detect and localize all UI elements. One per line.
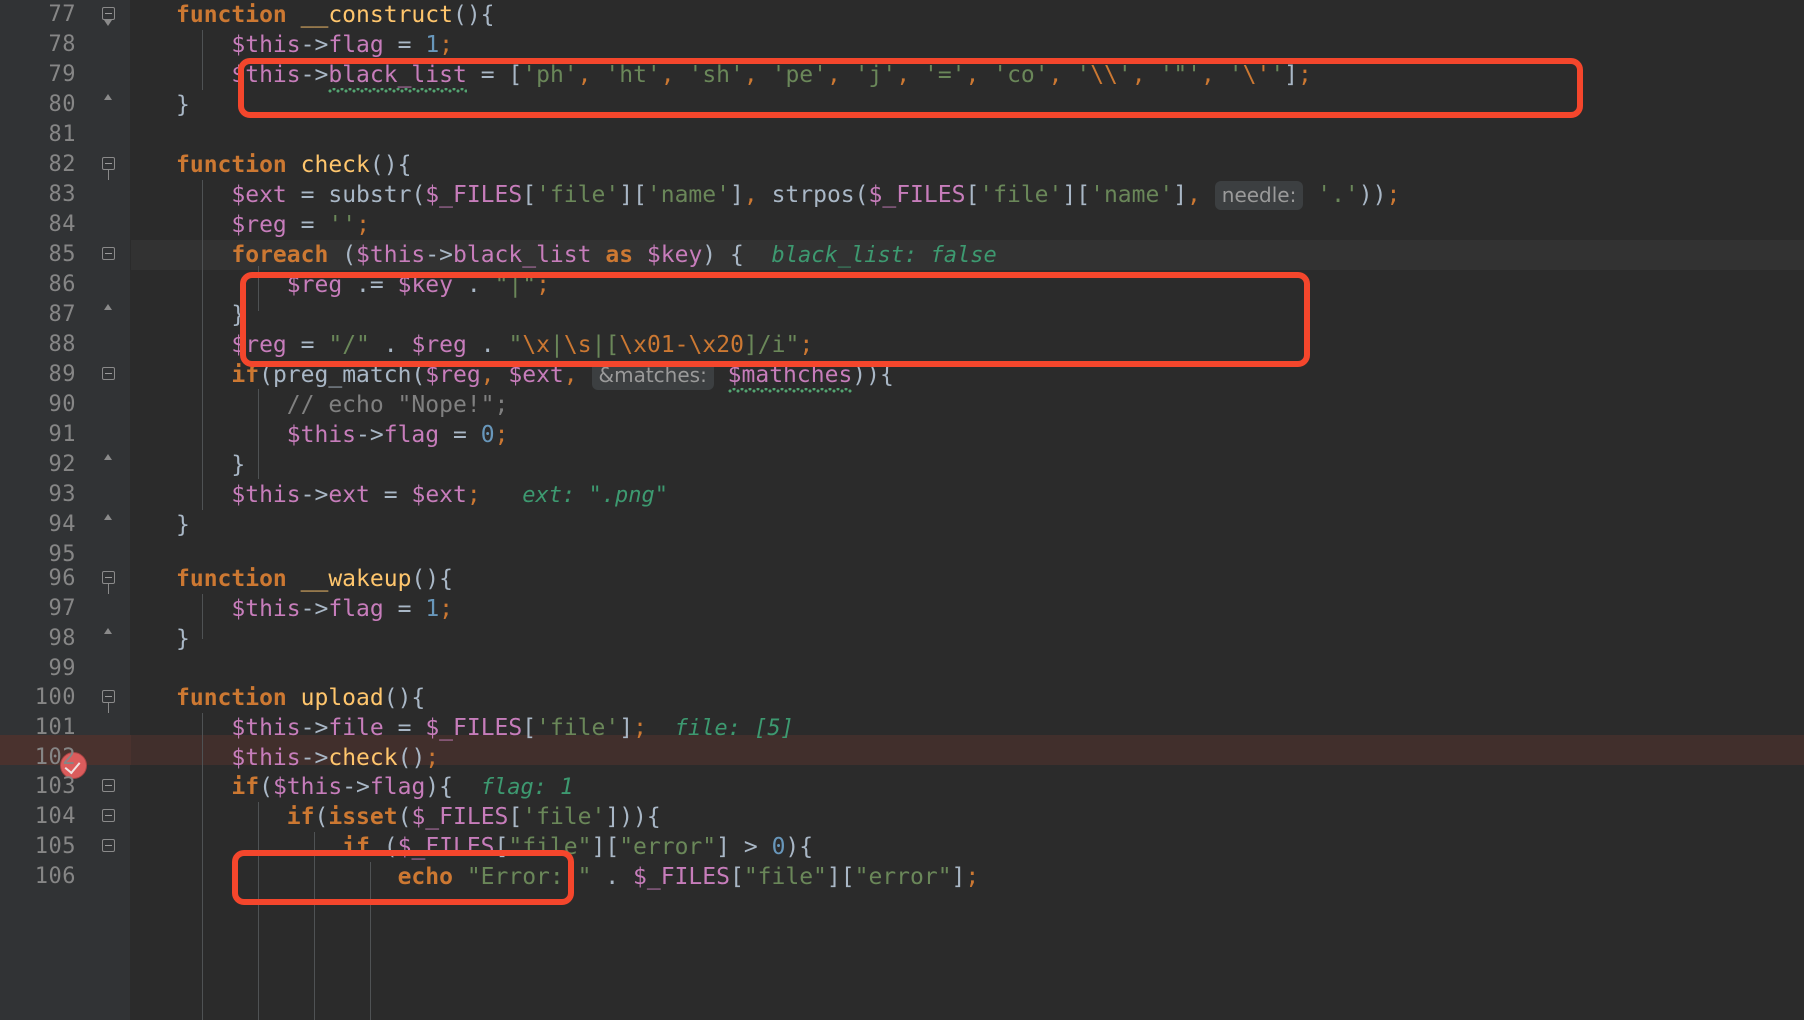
line-content[interactable]: if(preg_match($reg, $ext, &matches: $mat… <box>176 360 894 390</box>
line-number: 104 <box>34 804 76 829</box>
code-line-87[interactable]: 87 } <box>0 300 1804 330</box>
line-content[interactable]: if(isset($_FILES['file'])){ <box>176 802 661 832</box>
line-number: 81 <box>48 122 76 147</box>
line-number: 77 <box>48 2 76 27</box>
line-number: 91 <box>48 422 76 447</box>
line-content[interactable]: $this->black_list = ['ph', 'ht', 'sh', '… <box>176 60 1312 90</box>
line-content[interactable]: } <box>176 450 245 480</box>
line-number: 83 <box>48 182 76 207</box>
code-line-85[interactable]: 85 foreach ($this->black_list as $key) {… <box>0 240 1804 270</box>
line-content[interactable]: function upload(){ <box>176 683 425 713</box>
code-line-88[interactable]: 88 $reg = "/" . $reg . "\x|\s|[\x01-\x20… <box>0 330 1804 360</box>
code-line-101[interactable]: 101 $this->file = $_FILES['file']; file:… <box>0 713 1804 743</box>
param-hint-needle: needle: <box>1214 181 1304 210</box>
code-line-103[interactable]: 103 if($this->flag){ flag: 1 <box>0 772 1804 802</box>
line-content[interactable]: $this->flag = 1; <box>176 594 453 624</box>
code-line-86[interactable]: 86 $reg .= $key . "|"; <box>0 270 1804 300</box>
line-number: 85 <box>48 242 76 267</box>
code-line-84[interactable]: 84 $reg = ''; <box>0 210 1804 240</box>
line-content[interactable]: } <box>176 90 190 120</box>
inline-value-flag: flag: 1 <box>480 775 574 800</box>
inline-value-black-list: black_list: false <box>771 243 997 268</box>
line-number: 103 <box>34 774 76 799</box>
code-line-82[interactable]: 82 function check(){ <box>0 150 1804 180</box>
line-number: 97 <box>48 596 76 621</box>
code-line-77[interactable]: 77 function __construct(){ <box>0 0 1804 30</box>
line-number: 88 <box>48 332 76 357</box>
line-number: 102 <box>34 745 76 770</box>
line-content[interactable]: } <box>176 624 190 654</box>
line-number: 99 <box>48 656 76 681</box>
line-content[interactable]: function __wakeup(){ <box>176 564 453 594</box>
line-number: 93 <box>48 482 76 507</box>
code-line-78[interactable]: 78 $this->flag = 1; <box>0 30 1804 60</box>
line-number: 101 <box>34 715 76 740</box>
line-number: 100 <box>34 685 76 710</box>
line-number: 79 <box>48 62 76 87</box>
line-content[interactable]: if ($_FILES["file"]["error"] > 0){ <box>176 832 813 862</box>
code-line-102[interactable]: 102 $this->check(); <box>0 743 1804 773</box>
line-content[interactable]: $this->file = $_FILES['file']; file: [5] <box>176 713 794 743</box>
line-number: 106 <box>34 864 76 889</box>
code-line-97[interactable]: 97 $this->flag = 1; <box>0 594 1804 624</box>
line-number: 78 <box>48 32 76 57</box>
line-number: 90 <box>48 392 76 417</box>
line-number: 84 <box>48 212 76 237</box>
line-content[interactable]: $this->ext = $ext; ext: ".png" <box>176 480 668 510</box>
code-editor[interactable]: 77 function __construct(){ 78 $this->fla… <box>0 0 1804 1020</box>
line-number: 82 <box>48 152 76 177</box>
code-line-91[interactable]: 91 $this->flag = 0; <box>0 420 1804 450</box>
line-content[interactable]: $this->flag = 1; <box>176 30 453 60</box>
code-line-80[interactable]: 80 } <box>0 90 1804 120</box>
line-content[interactable]: $this->check(); <box>176 743 439 773</box>
line-number: 98 <box>48 626 76 651</box>
inline-value-file: file: [5] <box>674 716 794 741</box>
code-line-92[interactable]: 92 } <box>0 450 1804 480</box>
code-line-93[interactable]: 93 $this->ext = $ext; ext: ".png" <box>0 480 1804 510</box>
code-line-98[interactable]: 98 } <box>0 624 1804 654</box>
code-line-106[interactable]: 106 echo "Error: " . $_FILES["file"]["er… <box>0 862 1804 892</box>
code-line-83[interactable]: 83 $ext = substr($_FILES['file']['name']… <box>0 180 1804 210</box>
line-content[interactable]: $reg = "/" . $reg . "\x|\s|[\x01-\x20]/i… <box>176 330 813 360</box>
line-content[interactable]: foreach ($this->black_list as $key) { bl… <box>176 240 997 270</box>
code-line-89[interactable]: 89 if(preg_match($reg, $ext, &matches: $… <box>0 360 1804 390</box>
line-number: 105 <box>34 834 76 859</box>
line-number: 96 <box>48 566 76 591</box>
line-number: 89 <box>48 362 76 387</box>
code-line-99[interactable]: 99 <box>0 654 1804 684</box>
param-hint-matches: &matches: <box>591 361 714 390</box>
code-line-100[interactable]: 100 function upload(){ <box>0 683 1804 713</box>
line-content[interactable]: } <box>176 300 245 330</box>
line-content[interactable]: echo "Error: " . $_FILES["file"]["error"… <box>176 862 980 892</box>
line-content[interactable]: $ext = substr($_FILES['file']['name'], s… <box>176 180 1400 210</box>
line-content[interactable]: $reg .= $key . "|"; <box>176 270 550 300</box>
code-line-81[interactable]: 81 <box>0 120 1804 150</box>
line-number: 86 <box>48 272 76 297</box>
line-number: 94 <box>48 512 76 537</box>
code-line-96[interactable]: 96 function __wakeup(){ <box>0 564 1804 594</box>
line-number: 80 <box>48 92 76 117</box>
code-line-104[interactable]: 104 if(isset($_FILES['file'])){ <box>0 802 1804 832</box>
code-line-79[interactable]: 79 $this->black_list = ['ph', 'ht', 'sh'… <box>0 60 1804 90</box>
line-number: 92 <box>48 452 76 477</box>
code-line-94[interactable]: 94 } <box>0 510 1804 540</box>
line-content[interactable]: // echo "Nope!"; <box>176 390 509 420</box>
code-line-90[interactable]: 90 // echo "Nope!"; <box>0 390 1804 420</box>
line-content[interactable]: function __construct(){ <box>176 0 495 30</box>
line-content[interactable]: if($this->flag){ flag: 1 <box>176 772 573 802</box>
code-line-105[interactable]: 105 if ($_FILES["file"]["error"] > 0){ <box>0 832 1804 862</box>
line-content[interactable]: $reg = ''; <box>176 210 370 240</box>
line-content[interactable]: $this->flag = 0; <box>176 420 509 450</box>
inline-value-ext: ext: ".png" <box>522 483 668 508</box>
line-content[interactable]: function check(){ <box>176 150 411 180</box>
line-number: 87 <box>48 302 76 327</box>
line-content[interactable]: } <box>176 510 190 540</box>
